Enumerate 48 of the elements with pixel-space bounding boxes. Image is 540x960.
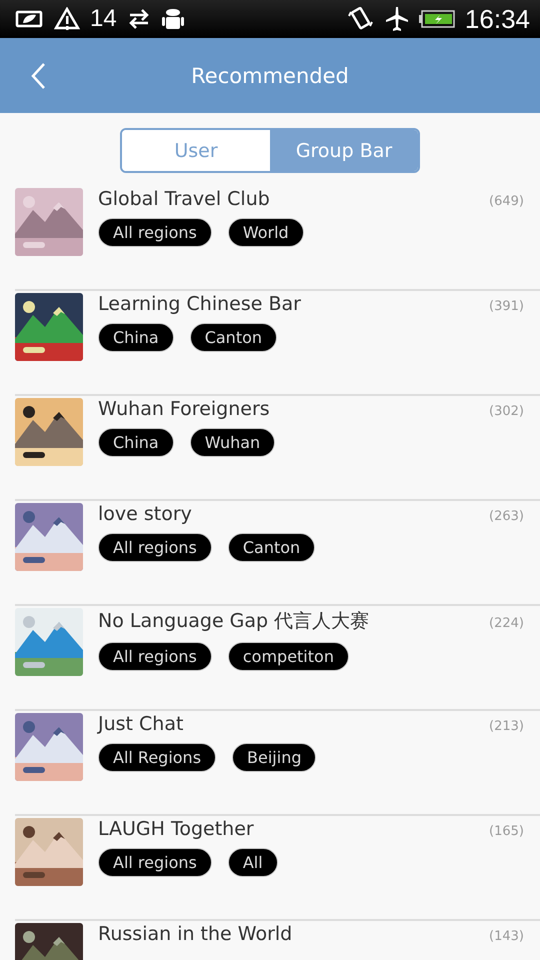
region-tag: competiton: [228, 642, 349, 671]
region-tag: All regions: [98, 848, 212, 877]
clock-time: 16:34: [464, 4, 530, 34]
member-count: (165): [489, 824, 524, 839]
battery-saver-icon: [14, 8, 44, 30]
group-name: Wuhan Foreigners: [98, 398, 270, 420]
member-count: (213): [489, 719, 524, 734]
region-tag: World: [228, 218, 304, 247]
notification-count: 14: [90, 5, 117, 33]
region-tag: All regions: [98, 218, 212, 247]
member-count: (224): [489, 616, 524, 631]
airplane-icon: [384, 6, 409, 32]
sync-arrows-icon: [126, 8, 151, 30]
group-name: No Language Gap 代言人大赛: [98, 609, 370, 634]
group-row[interactable]: love story (263) All regions Canton: [15, 501, 540, 606]
battery-charging-icon: [418, 9, 455, 29]
group-name: LAUGH Together: [98, 818, 254, 840]
region-tag: China: [98, 323, 174, 352]
group-name: Russian in the World: [98, 923, 292, 945]
group-row[interactable]: No Language Gap 代言人大赛 (224) All regions competiton: [15, 606, 540, 711]
group-name: Global Travel Club: [98, 188, 270, 210]
group-name: love story: [98, 503, 192, 525]
group-name: Learning Chinese Bar: [98, 293, 301, 315]
member-count: (649): [489, 194, 524, 209]
region-tag: All regions: [98, 642, 212, 671]
vibrate-icon: [346, 6, 375, 32]
group-row[interactable]: LAUGH Together (165) All regions All: [15, 816, 540, 921]
group-row[interactable]: Russian in the World (143): [15, 921, 540, 960]
member-count: (391): [489, 299, 524, 314]
region-tag: All Regions: [98, 743, 216, 772]
group-row[interactable]: Wuhan Foreigners (302) China Wuhan: [15, 396, 540, 501]
group-name: Just Chat: [98, 713, 184, 735]
group-row[interactable]: Global Travel Club (649) All regions World: [15, 186, 540, 291]
region-tag: All: [228, 848, 278, 877]
region-tag: China: [98, 428, 174, 457]
member-count: (143): [489, 929, 524, 944]
region-tag: All regions: [98, 533, 212, 562]
region-tag: Beijing: [232, 743, 316, 772]
warning-icon: [54, 7, 80, 31]
member-count: (263): [489, 509, 524, 524]
region-tag: Canton: [190, 323, 278, 352]
member-count: (302): [489, 404, 524, 419]
page-title: Recommended: [191, 64, 349, 88]
group-row[interactable]: Just Chat (213) All Regions Beijing: [15, 711, 540, 816]
group-row[interactable]: Learning Chinese Bar (391) China Canton: [15, 291, 540, 396]
region-tag: Canton: [228, 533, 316, 562]
region-tag: Wuhan: [190, 428, 276, 457]
back-icon[interactable]: [30, 62, 46, 90]
